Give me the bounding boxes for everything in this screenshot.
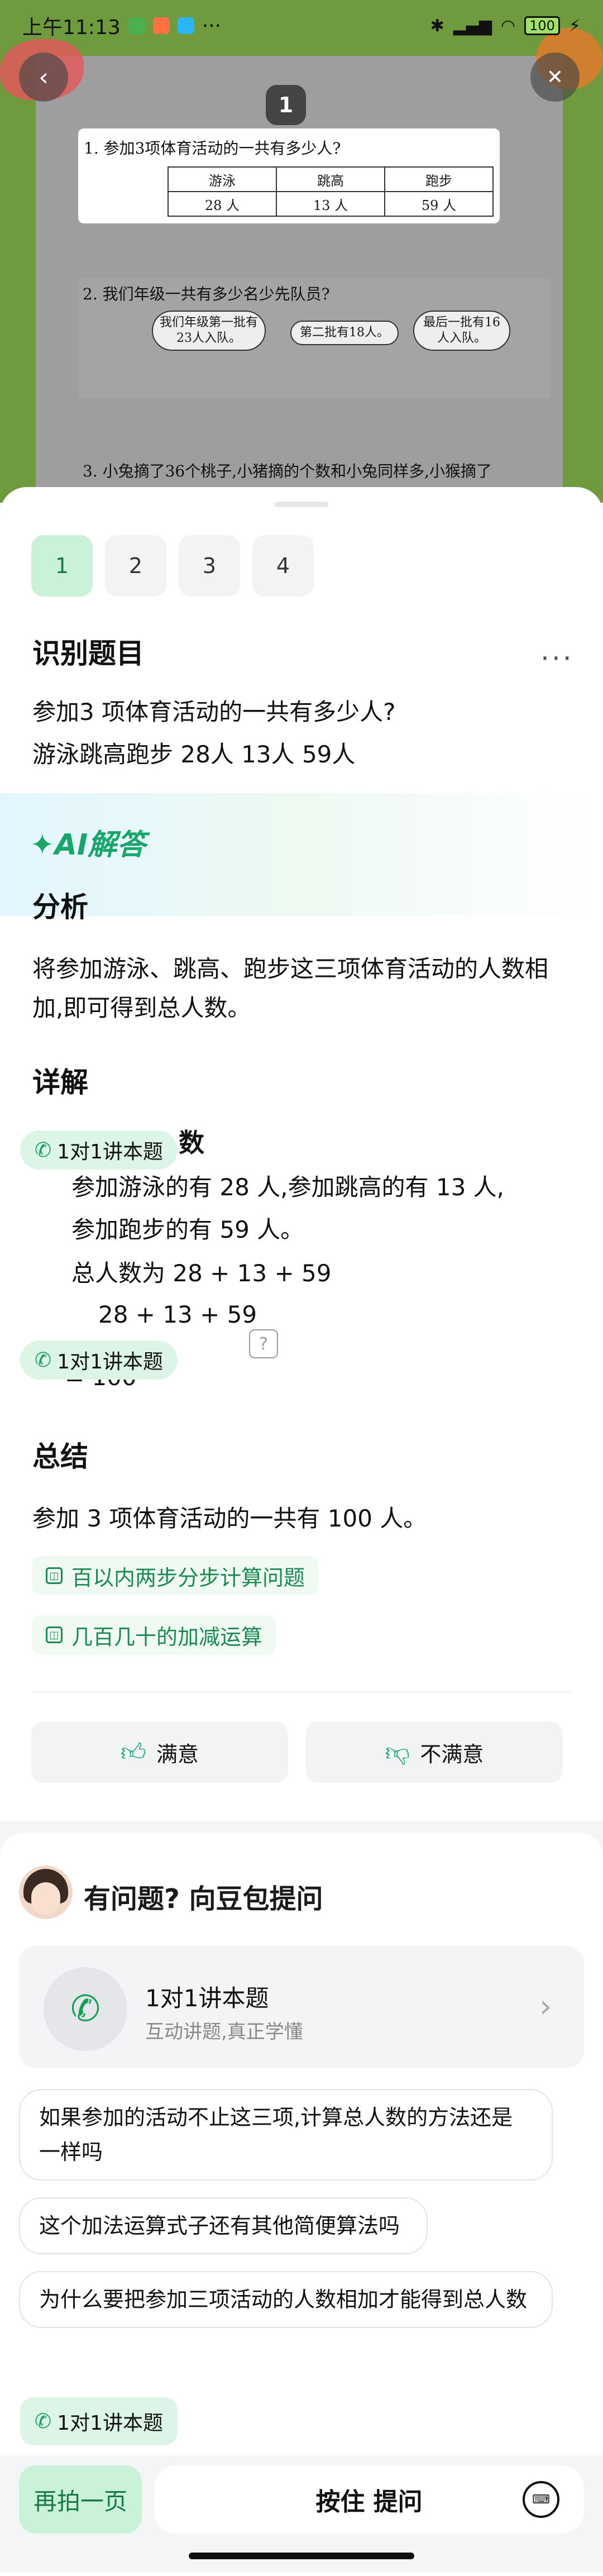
tab-question-4[interactable]: 4 [252,535,314,597]
suggested-question[interactable]: 如果参加的活动不止这三项,计算总人数的方法还是一样吗 [19,2089,553,2181]
speech-bubble: 最后一批有16人入队。 [413,311,510,351]
summary-title: 总结 [32,1440,88,1473]
chevron-right-icon: › [539,1988,552,2025]
ai-answer-label: AI解答 [54,828,146,862]
sparkle-icon: ✦ [30,828,55,862]
photo-table-header: 跑步 [384,166,494,192]
summary-text: 参加 3 项体育活动的一共有 100 人。 [32,1505,427,1532]
photo-table-cell: 59 人 [384,191,494,217]
assistant-avatar [19,1866,73,1919]
app-notification-icon [128,17,145,34]
more-options-button[interactable]: ··· [540,642,574,675]
book-icon: ◫ [46,1567,63,1584]
detail-line-3: 总人数为 28 + 13 + 59 [71,1260,332,1287]
back-button[interactable]: ‹ [19,53,68,102]
battery-icon: 100 [524,16,560,35]
question-tabs: 1 2 3 4 [31,535,314,597]
tag-label: 百以内两步分步计算问题 [71,1565,305,1590]
divider [32,1691,571,1692]
photo-table-cell: 28 人 [168,191,277,217]
thumbs-down-icon: 👎︎ [385,1738,410,1767]
tag-label: 几百几十的加减运算 [71,1624,263,1649]
tutor-subtitle: 互动讲题,真正学懂 [145,2021,303,2043]
phone-icon: ✆ [35,1138,52,1162]
status-time: 上午11:13 [22,16,121,39]
tab-question-2[interactable]: 2 [105,535,166,597]
photo-question-2: 2. 我们年级一共有多少名少先队员? [83,285,330,303]
bluetooth-icon: ✱ [430,16,444,36]
question-number-badge[interactable]: 1 [266,85,306,125]
question-photo: 1. 参加3项体育活动的一共有多少人? 游泳 跳高 跑步 28 人 13 人 5… [0,0,603,503]
speech-bubble: 第二批有18人。 [290,321,399,345]
sheet-drag-handle[interactable] [275,502,328,507]
hold-to-ask-button[interactable]: 按住 提问 [154,2465,584,2534]
detail-title: 详解 [32,1066,88,1099]
phone-icon: ✆ [35,2410,52,2433]
phone-icon: ✆ [44,1967,127,2051]
question-mark-icon[interactable]: ? [249,1329,278,1358]
satisfied-label: 满意 [156,1742,199,1767]
unsatisfied-button[interactable]: 👎︎ 不满意 [306,1721,563,1783]
chip-label: 1对1讲本题 [57,1351,163,1373]
satisfied-button[interactable]: 👍︎ 满意 [31,1721,288,1783]
retake-button[interactable]: 再拍一页 [19,2465,142,2534]
chip-label: 1对1讲本题 [57,1141,163,1163]
phone-icon: ✆ [35,1348,52,1372]
home-indicator[interactable] [189,2553,414,2559]
knowledge-tag[interactable]: ◫ 几百几十的加减运算 [32,1615,276,1654]
chevron-left-icon: ‹ [39,63,49,92]
detail-line-1: 参加游泳的有 28 人,参加跳高的有 13 人, [71,1173,504,1201]
cloud-icon [177,17,194,34]
one-on-one-chip[interactable]: ✆ 1对1讲本题 [20,1130,178,1170]
detail-line-4: 28 + 13 + 59 [98,1301,257,1328]
charging-icon: ⚡ [568,16,581,36]
analysis-title: 分析 [32,891,88,923]
suggested-question[interactable]: 这个加法运算式子还有其他简便算法吗 [19,2197,428,2254]
wifi-icon: ◠ [500,16,516,36]
suggested-question[interactable]: 为什么要把参加三项活动的人数相加才能得到总人数 [19,2271,553,2328]
app-notification-icon [152,17,170,34]
chip-label: 1对1讲本题 [57,2412,163,2435]
ai-answer-title: ✦AI解答 [30,821,146,863]
recognized-question-line-1: 参加3 项体育活动的一共有多少人? [32,698,396,726]
photo-table: 游泳 跳高 跑步 28 人 13 人 59 人 [168,166,494,217]
mute-button[interactable]: ✕ [530,53,580,102]
detail-line-2: 参加跑步的有 59 人。 [71,1216,304,1243]
unsatisfied-label: 不满意 [420,1742,484,1767]
recognized-question-line-2: 游泳跳高跑步 28人 13人 59人 [32,741,356,768]
one-on-one-chip[interactable]: ✆ 1对1讲本题 [20,1341,178,1380]
signal-icon: ▂▄▆ [453,16,492,36]
status-bar: 上午11:13 ··· ✱ ▂▄▆ ◠ 100 ⚡ [0,0,603,51]
recognize-title: 识别题目 [32,637,144,670]
detail-heading-tail: 数 [179,1128,204,1158]
book-icon: ◫ [46,1626,63,1643]
one-on-one-chip[interactable]: ✆ 1对1讲本题 [20,2397,178,2445]
speech-bubble: 我们年级第一批有23人入队。 [152,311,266,351]
speaker-muted-icon: ✕ [546,65,564,89]
analysis-text: 将参加游泳、跳高、跑步这三项体育活动的人数相加,即可得到总人数。 [32,955,549,1022]
tab-question-3[interactable]: 3 [179,535,240,597]
ask-title: 有问题? 向豆包提问 [84,1883,323,1915]
photo-question-3: 3. 小兔摘了36个桃子,小猪摘的个数和小兔同样多,小猴摘了 [83,462,492,480]
more-notifications: ··· [202,14,222,37]
tab-question-1[interactable]: 1 [31,535,93,597]
keyboard-icon[interactable]: ⌨ [523,2481,559,2518]
photo-table-header: 游泳 [168,166,277,192]
knowledge-tag[interactable]: ◫ 百以内两步分步计算问题 [32,1556,319,1595]
photo-question-1: 1. 参加3项体育活动的一共有多少人? [84,139,341,158]
photo-table-cell: 13 人 [276,191,385,217]
photo-table-header: 跳高 [276,166,385,192]
tutor-title: 1对1讲本题 [145,1985,269,2012]
thumbs-up-icon: 👍︎ [121,1738,146,1767]
